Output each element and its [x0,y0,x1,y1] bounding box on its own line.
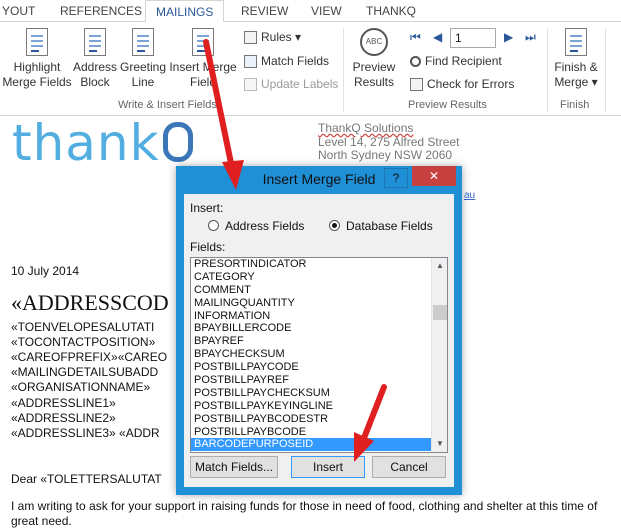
rules-icon [244,31,257,45]
address-block-icon [84,28,106,56]
scroll-thumb[interactable] [433,305,447,320]
field-list-item[interactable]: POSTBILLPAYBCODESTR [191,413,431,426]
merge-field: «ADDRESSLINE3» «ADDR [11,426,160,440]
field-list-item[interactable]: POSTBILLPAYCODE [191,361,431,374]
scroll-down-icon[interactable]: ▼ [432,436,448,452]
tab-review[interactable]: REVIEW [241,4,288,18]
field-list-item[interactable]: COMMENT [191,284,431,297]
finish-merge-icon [565,28,587,56]
check-for-errors-button[interactable]: Check for Errors [410,77,514,92]
check-errors-icon [410,78,423,92]
ribbon: Highlight Merge Fields Address Block Gre… [0,22,621,116]
group-label-finish: Finish [560,99,590,111]
logo-bracket-icon [162,122,193,162]
salutation: Dear «TOLETTERSALUTAT [11,472,162,486]
field-list-item[interactable]: BARCODEPURPOSEID [191,438,431,452]
previous-record-icon[interactable]: ◀ [433,30,442,44]
last-record-icon[interactable]: ⏭ [525,30,536,45]
finish-merge-button[interactable]: Finish & Merge ▾ [550,28,602,90]
find-recipient-button[interactable]: Find Recipient [410,54,502,68]
field-list-item[interactable]: CATEGORY [191,271,431,284]
merge-field: «TOENVELOPESALUTATI [11,320,155,334]
help-button[interactable]: ? [384,168,408,188]
update-labels-icon [244,78,257,92]
merge-field: «CAREOFPREFIX»«CAREO [11,350,168,364]
field-list-item[interactable]: BPAYCHECKSUM [191,348,431,361]
scroll-up-icon[interactable]: ▲ [432,258,448,274]
search-icon [410,56,421,68]
tab-thankq[interactable]: THANKQ [366,4,416,18]
highlight-merge-fields-button[interactable]: Highlight Merge Fields [2,28,72,90]
database-fields-radio[interactable]: Database Fields [329,219,433,233]
merge-field: «ADDRESSLINE2» [11,411,116,425]
sender-address: ThankQ Solutions Level 14, 275 Alfred St… [318,121,460,162]
group-divider [343,28,344,112]
merge-field-addresscode: «ADDRESSCOD [11,290,169,315]
insert-merge-field-icon [192,28,214,56]
field-list-item[interactable]: POSTBILLPAYCHECKSUM [191,387,431,400]
tab-references[interactable]: REFERENCES [60,4,142,18]
merge-field: «ORGANISATIONNAME» [11,380,151,394]
update-labels-button[interactable]: Update Labels [244,77,338,92]
group-label-preview: Preview Results [408,99,487,111]
next-record-icon[interactable]: ▶ [504,30,513,44]
merge-field: «TOCONTACTPOSITION» [11,335,156,349]
greeting-line-icon [132,28,154,56]
preview-results-icon: ABC [360,28,388,56]
insert-merge-field-dialog: Insert Merge Field ? ✕ Insert: Address F… [176,166,462,495]
tab-layout[interactable]: YOUT [2,4,35,18]
group-label-write-insert: Write & Insert Fields [118,99,217,111]
field-list-item[interactable]: MAILINGQUANTITY [191,297,431,310]
cancel-button[interactable]: Cancel [372,456,446,478]
merge-field: «ADDRESSLINE1» [11,396,116,410]
letter-date: 10 July 2014 [11,264,80,278]
rules-button[interactable]: Rules ▾ [244,30,301,45]
record-number-input[interactable]: 1 [450,28,496,48]
fields-list: PRESORTINDICATOR CATEGORY COMMENT MAILINGQU… [191,258,431,452]
fields-label: Fields: [190,240,226,254]
address-fields-radio[interactable]: Address Fields [208,219,304,233]
tab-mailings[interactable]: MAILINGS [145,0,225,23]
tab-view[interactable]: VIEW [311,4,342,18]
fields-listbox[interactable]: PRESORTINDICATOR CATEGORY COMMENT MAILINGQU… [190,257,448,453]
close-button[interactable]: ✕ [412,166,456,186]
ribbon-tab-bar: YOUT REFERENCES MAILINGS REVIEW VIEW THA… [0,0,621,23]
field-list-item[interactable]: POSTBILLPAYKEYINGLINE [191,400,431,413]
match-fields-dialog-button[interactable]: Match Fields... [190,456,278,478]
insert-merge-field-button[interactable]: Insert Merge Field [168,28,238,90]
highlight-fields-icon [26,28,48,56]
insert-button[interactable]: Insert [291,456,365,478]
vertical-scrollbar[interactable]: ▲ ▼ [431,258,447,452]
field-list-item[interactable]: POSTBILLPAYBCODE [191,426,431,439]
dialog-body: Insert: Address Fields Database Fields F… [184,194,454,487]
field-list-item[interactable]: BPAYREF [191,335,431,348]
radio-unchecked-icon [208,220,219,231]
greeting-line-button[interactable]: Greeting Line [118,28,168,90]
thankq-logo: thank [12,114,193,172]
letter-body: I am writing to ask for your support in … [11,499,598,528]
field-list-item[interactable]: BPAYBILLERCODE [191,322,431,335]
radio-checked-icon [329,220,340,231]
insert-label: Insert: [190,201,224,215]
preview-results-button[interactable]: ABC Preview Results [348,28,400,90]
first-record-icon[interactable]: ⏮ [410,30,421,45]
address-block-button[interactable]: Address Block [72,28,118,90]
field-list-item[interactable]: PRESORTINDICATOR [191,258,431,271]
match-fields-icon [244,55,257,69]
merge-field: «MAILINGDETAILSUBADD [11,365,159,379]
group-divider [547,28,548,112]
web-link[interactable]: au [464,190,475,201]
group-divider [605,28,606,112]
match-fields-button[interactable]: Match Fields [244,54,329,69]
field-list-item[interactable]: POSTBILLPAYREF [191,374,431,387]
field-list-item[interactable]: INFORMATION [191,310,431,323]
